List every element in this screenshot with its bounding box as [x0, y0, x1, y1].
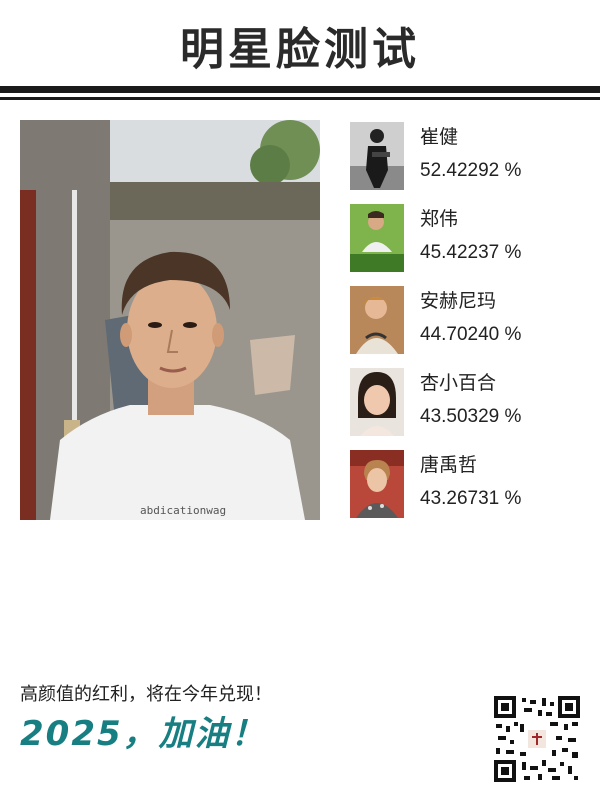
match-name: 崔健	[420, 126, 459, 148]
list-item[interactable]: 崔健 52.42292 %	[350, 120, 590, 192]
cheer-text: 2025，加油！	[20, 714, 267, 754]
qr-code-icon[interactable]	[494, 696, 580, 782]
list-item[interactable]: 唐禹哲 43.26731 %	[350, 448, 590, 520]
match-score: 43.50329 %	[420, 406, 522, 427]
page-title: 明星脸测试	[180, 24, 420, 75]
match-thumbnail	[350, 368, 404, 436]
slogan-text: 高颜值的红利，将在今年兑现！	[20, 684, 272, 705]
list-item[interactable]: 郑伟 45.42237 %	[350, 202, 590, 274]
shirt-print: abdicationwag	[140, 504, 226, 517]
match-thumbnail	[350, 450, 404, 518]
header-divider-thin	[0, 97, 600, 100]
match-name: 杏小百合	[420, 372, 497, 394]
list-item[interactable]: 杏小百合 43.50329 %	[350, 366, 590, 438]
match-thumbnail	[350, 204, 404, 272]
match-thumbnail	[350, 286, 404, 354]
list-item[interactable]: 安赫尼玛 44.70240 %	[350, 284, 590, 356]
header-divider-thick	[0, 86, 600, 93]
match-name: 安赫尼玛	[420, 290, 497, 312]
match-score: 43.26731 %	[420, 488, 522, 509]
match-name: 郑伟	[420, 208, 459, 230]
match-score: 44.70240 %	[420, 324, 522, 345]
uploaded-face-photo: abdicationwag	[20, 120, 320, 520]
match-score: 45.42237 %	[420, 242, 522, 263]
match-score: 52.42292 %	[420, 160, 522, 181]
match-thumbnail	[350, 122, 404, 190]
match-name: 唐禹哲	[420, 454, 478, 476]
